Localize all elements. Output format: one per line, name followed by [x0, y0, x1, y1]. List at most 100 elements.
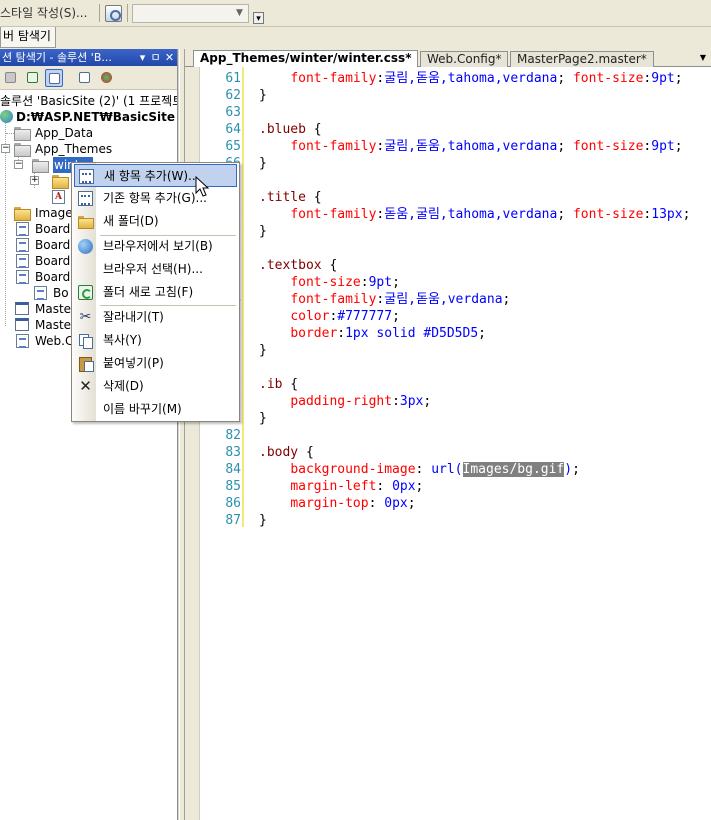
code-line[interactable]: color:#777777;	[259, 308, 400, 325]
code-token: ;	[572, 462, 580, 477]
code-line[interactable]: font-family:굴림,돋움,tahoma,verdana; font-s…	[259, 70, 682, 87]
code-token: }	[259, 513, 267, 528]
code-token: 9pt	[651, 71, 675, 86]
code-line[interactable]: background-image: url(Images/bg.gif);	[259, 461, 580, 478]
add-new-item-icon	[79, 169, 94, 184]
code-token: )	[564, 462, 573, 477]
menu-item-paste[interactable]: 붙여넣기(P)	[74, 352, 237, 375]
collapse-icon[interactable]: −	[14, 160, 23, 169]
code-line[interactable]: .ib {	[259, 376, 298, 393]
refresh-folder-icon	[78, 285, 93, 300]
collapse-icon[interactable]: −	[1, 144, 10, 153]
web-project-icon	[0, 110, 13, 123]
menu-item-add-existing-item[interactable]: 기존 항목 추가(G)...	[74, 187, 237, 210]
tab-list-dropdown-icon[interactable]: ▼	[697, 52, 709, 64]
code-line[interactable]: font-family:굴림,돋움,tahoma,verdana; font-s…	[259, 138, 682, 155]
line-number: 83	[225, 445, 241, 460]
code-line[interactable]: .title {	[259, 189, 322, 206]
code-token: ;	[415, 479, 424, 494]
code-token: :	[360, 275, 369, 290]
expand-icon[interactable]: +	[30, 176, 39, 185]
panel-tab-strip: 버 탐색기	[0, 27, 711, 49]
code-line[interactable]: font-size:9pt;	[259, 274, 400, 291]
toolbar-separator	[127, 4, 128, 22]
code-line[interactable]: }	[259, 87, 267, 104]
view-in-browser-icon	[78, 239, 93, 254]
code-line[interactable]: .body {	[259, 444, 314, 461]
tree-item-solution[interactable]: 솔루션 'BasicSite (2)' (1 프로젝트	[0, 93, 177, 109]
code-token: ;	[392, 309, 400, 324]
tab-web-config[interactable]: Web.Config*	[420, 51, 509, 67]
browse-icon[interactable]	[105, 5, 122, 22]
code-line[interactable]: }	[259, 512, 267, 529]
line-number: 85	[225, 479, 241, 494]
code-line[interactable]: .textbox {	[259, 257, 337, 274]
line-number: 62	[225, 88, 241, 103]
code-line[interactable]: font-family:돋움,굴림,tahoma,verdana; font-s…	[259, 206, 690, 223]
code-line[interactable]: }	[259, 410, 267, 427]
code-line[interactable]: margin-top: 0px;	[259, 495, 415, 512]
aspx-file-icon	[16, 254, 29, 268]
properties-icon[interactable]	[2, 69, 20, 87]
tree-item-label: Board.	[35, 222, 75, 236]
menu-item-browse-with[interactable]: 브라우저 선택(H)...	[74, 258, 237, 281]
code-token: .blueb	[259, 122, 306, 137]
dropdown-icon[interactable]: ▾	[136, 49, 149, 66]
menu-item-rename[interactable]: 이름 바꾸기(M)	[74, 398, 237, 421]
toolbar-overflow-icon[interactable]: ▾	[253, 12, 264, 24]
toolbar-combo-box[interactable]: ▼	[132, 4, 249, 23]
code-token: ;	[423, 394, 432, 409]
code-line[interactable]: }	[259, 155, 267, 172]
nest-related-files-icon[interactable]	[45, 69, 63, 87]
code-editor[interactable]: 6162636465666768697071727374757677787980…	[185, 67, 711, 820]
menu-item-add-new-item[interactable]: 새 항목 추가(W)...	[74, 164, 237, 187]
asp-net-config-icon[interactable]	[98, 69, 116, 87]
line-number: 86	[225, 496, 241, 511]
menu-item-cut[interactable]: ✂ 잘라내기(T)	[74, 306, 237, 329]
menu-item-delete[interactable]: ✕ 삭제(D)	[74, 375, 237, 398]
folder-icon	[52, 175, 69, 189]
code-line[interactable]: }	[259, 223, 267, 240]
view-designer-icon[interactable]	[76, 69, 94, 87]
mouse-cursor-icon	[195, 176, 210, 197]
code-token: 13px	[651, 207, 683, 222]
code-token: 굴림,돋움,tahoma,verdana	[384, 71, 558, 86]
code-line[interactable]: font-family:굴림,돋움,verdana;	[259, 291, 510, 308]
tab-winter-css[interactable]: App_Themes/winter/winter.css*	[193, 50, 419, 68]
menu-item-label: 붙여넣기(P)	[103, 356, 164, 370]
chevron-down-icon[interactable]: ▼	[232, 6, 247, 21]
tab-solution-explorer[interactable]: 버 탐색기	[0, 27, 56, 48]
menu-item-refresh-folder[interactable]: 폴더 새로 고침(F)	[74, 281, 237, 304]
main-toolbar: 스타일 작성(S)... ▼ ▾	[0, 0, 711, 27]
code-line[interactable]: }	[259, 342, 267, 359]
code-line[interactable]: border:1px solid #D5D5D5;	[259, 325, 486, 342]
code-line[interactable]: padding-right:3px;	[259, 393, 431, 410]
menu-item-copy[interactable]: 복사(Y)	[74, 329, 237, 352]
refresh-icon[interactable]	[24, 69, 42, 87]
document-tab-strip: App_Themes/winter/winter.css* Web.Config…	[185, 49, 711, 68]
context-menu: 새 항목 추가(W)... 기존 항목 추가(G)... 새 폴더(D) 브라우…	[71, 162, 240, 422]
pin-icon[interactable]: ㅁ	[149, 49, 162, 66]
style-builder-button[interactable]: 스타일 작성(S)...	[0, 4, 87, 22]
menu-item-new-folder[interactable]: 새 폴더(D)	[74, 210, 237, 233]
tab-masterpage2[interactable]: MasterPage2.master*	[510, 51, 654, 67]
menu-item-label: 이름 바꾸기(M)	[103, 402, 182, 416]
code-token: {	[305, 190, 322, 205]
code-token: border	[290, 326, 338, 341]
code-token: color	[290, 309, 330, 324]
code-token: font-size	[572, 139, 644, 154]
line-number: 84	[225, 462, 241, 477]
menu-item-view-in-browser[interactable]: 브라우저에서 보기(B)	[74, 235, 237, 258]
selected-text: Images/bg.gif	[462, 462, 565, 477]
code-token: 굴림,돋움,tahoma,verdana	[384, 139, 558, 154]
close-icon[interactable]: ✕	[163, 49, 176, 66]
code-line[interactable]: margin-left: 0px;	[259, 478, 423, 495]
paste-icon	[78, 356, 94, 372]
code-token: .body	[259, 445, 299, 460]
code-line[interactable]: .blueb {	[259, 121, 322, 138]
code-token: font-family	[290, 71, 377, 86]
